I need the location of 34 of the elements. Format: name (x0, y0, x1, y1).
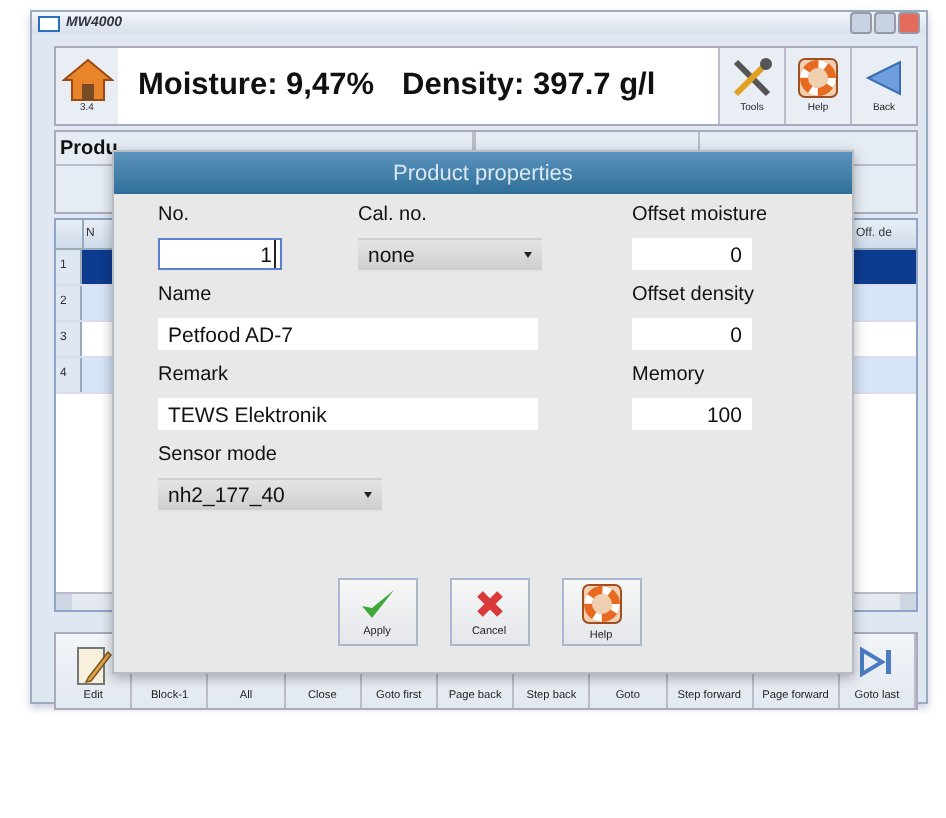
field-label: Remark (158, 362, 231, 390)
skip-to-end-icon (858, 646, 895, 678)
field-label: Name (158, 282, 214, 310)
cross-icon (473, 587, 505, 619)
input-field[interactable]: 1 (158, 238, 282, 270)
dialog-title: Product properties (114, 152, 852, 194)
lifebuoy-icon (798, 58, 838, 98)
field-label: Cal. no. (358, 202, 429, 230)
field-label: Offset density (632, 282, 756, 310)
field-label: Sensor mode (158, 442, 279, 470)
input-field[interactable]: TEWS Elektronik (158, 398, 538, 430)
close-button[interactable] (898, 12, 920, 34)
field-label: No. (158, 202, 192, 230)
caret-icon (524, 252, 532, 258)
house-icon (61, 58, 113, 102)
field-label: Offset moisture (632, 202, 770, 230)
lifebuoy-icon (581, 583, 621, 623)
back-arrow-icon (864, 58, 904, 98)
caret-icon (364, 492, 372, 498)
input-field[interactable]: Petfood AD-7 (158, 318, 538, 350)
checkmark-icon (359, 587, 395, 619)
maximize-button[interactable] (874, 12, 896, 34)
field-label: Memory (632, 362, 707, 390)
input-field[interactable]: 0 (632, 238, 752, 270)
window-icon (38, 15, 60, 31)
notepad-pencil-icon (75, 646, 112, 686)
tools-icon (730, 58, 774, 98)
dropdown[interactable]: nh2_177_40 (158, 478, 382, 512)
input-field[interactable]: 0 (632, 318, 752, 350)
input-field[interactable]: 100 (632, 398, 752, 430)
measurement-reading: Moisture: 9,47% (138, 68, 375, 104)
dropdown[interactable]: none (358, 238, 542, 272)
measurement-reading: Density: 397.7 g/l (402, 68, 656, 104)
minimize-button[interactable] (850, 12, 872, 34)
